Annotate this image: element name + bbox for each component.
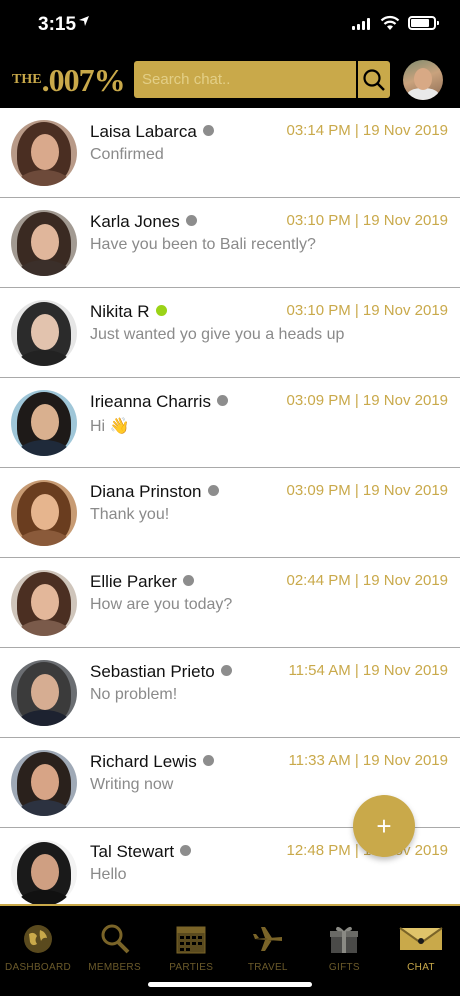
nav-item-chat[interactable]: CHAT <box>383 920 459 980</box>
contact-name: Richard Lewis <box>90 752 197 771</box>
message-timestamp: 03:09 PM | 19 Nov 2019 <box>286 392 449 409</box>
message-preview: No problem! <box>90 686 178 703</box>
nav-item-parties[interactable]: PARTIES <box>153 920 229 980</box>
message-preview: Thank you! <box>90 506 170 523</box>
message-preview: Hello <box>90 866 127 883</box>
contact-name-wrap: Ellie Parker <box>90 572 194 592</box>
nav-label: CHAT <box>407 962 435 973</box>
message-timestamp: 11:54 AM | 19 Nov 2019 <box>288 662 448 679</box>
contact-name-wrap: Diana Prinston <box>90 482 219 502</box>
chat-list: Laisa Labarca 03:14 PM | 19 Nov 2019 Con… <box>0 108 460 904</box>
calendar-icon <box>174 922 208 956</box>
contact-name-wrap: Nikita R <box>90 302 167 322</box>
app-header: THE .007% <box>0 50 460 108</box>
wifi-icon <box>380 15 400 31</box>
chat-row[interactable]: Diana Prinston 03:09 PM | 19 Nov 2019 Th… <box>0 468 460 558</box>
message-timestamp: 02:44 PM | 19 Nov 2019 <box>286 572 449 589</box>
chat-row[interactable]: Laisa Labarca 03:14 PM | 19 Nov 2019 Con… <box>0 108 460 198</box>
presence-dot-icon <box>207 485 219 496</box>
presence-dot-icon <box>220 665 232 676</box>
gift-box-icon <box>327 922 361 956</box>
message-timestamp: 03:10 PM | 19 Nov 2019 <box>286 302 449 319</box>
contact-avatar <box>11 660 77 726</box>
presence-dot-icon <box>185 215 197 226</box>
envelope-icon <box>399 922 443 956</box>
magnifier-icon <box>98 922 132 956</box>
message-timestamp: 03:14 PM | 19 Nov 2019 <box>286 122 449 139</box>
contact-name: Laisa Labarca <box>90 122 197 141</box>
presence-dot-icon <box>216 395 228 406</box>
chat-row[interactable]: Sebastian Prieto 11:54 AM | 19 Nov 2019 … <box>0 648 460 738</box>
search-icon <box>363 68 385 91</box>
status-bar: 3:15 <box>0 0 460 50</box>
presence-dot-icon <box>202 125 214 136</box>
nav-item-travel[interactable]: TRAVEL <box>230 920 306 980</box>
nav-label: TRAVEL <box>247 962 288 973</box>
app-logo: THE .007% <box>12 62 126 98</box>
message-preview: How are you today? <box>90 596 233 613</box>
globe-icon <box>21 922 55 956</box>
presence-dot-icon <box>182 575 194 586</box>
contact-avatar <box>11 840 77 904</box>
contact-name: Karla Jones <box>90 212 180 231</box>
contact-name: Irieanna Charris <box>90 392 211 411</box>
contact-name: Ellie Parker <box>90 572 177 591</box>
nav-item-gifts[interactable]: GIFTS <box>306 920 382 980</box>
message-timestamp: 03:09 PM | 19 Nov 2019 <box>286 482 449 499</box>
nav-label: MEMBERS <box>88 962 141 973</box>
contact-name: Diana Prinston <box>90 482 202 501</box>
chat-row[interactable]: Nikita R 03:10 PM | 19 Nov 2019 Just wan… <box>0 288 460 378</box>
user-avatar[interactable] <box>403 60 443 100</box>
chat-row[interactable]: Ellie Parker 02:44 PM | 19 Nov 2019 How … <box>0 558 460 648</box>
cellular-signal-icon <box>352 18 372 30</box>
contact-name: Sebastian Prieto <box>90 662 215 681</box>
contact-name-wrap: Laisa Labarca <box>90 122 214 142</box>
logo-the: THE <box>12 72 42 87</box>
contact-name-wrap: Tal Stewart <box>90 842 192 862</box>
status-time: 3:15 <box>38 14 77 35</box>
contact-avatar <box>11 750 77 816</box>
chat-row[interactable]: Karla Jones 03:10 PM | 19 Nov 2019 Have … <box>0 198 460 288</box>
battery-icon <box>408 16 439 30</box>
nav-item-members[interactable]: MEMBERS <box>77 920 153 980</box>
contact-name: Nikita R <box>90 302 150 321</box>
contact-name: Tal Stewart <box>90 842 175 861</box>
contact-name-wrap: Richard Lewis <box>90 752 214 772</box>
contact-avatar <box>11 300 77 366</box>
message-timestamp: 11:33 AM | 19 Nov 2019 <box>288 752 448 769</box>
search-button[interactable] <box>356 61 390 98</box>
nav-label: GIFTS <box>328 962 360 973</box>
nav-item-dashboard[interactable]: DASHBOARD <box>0 920 76 980</box>
message-preview: Just wanted yo give you a heads up <box>90 326 345 343</box>
contact-avatar <box>11 210 77 276</box>
location-arrow-icon <box>78 14 90 30</box>
airplane-icon <box>251 922 285 956</box>
home-indicator <box>148 982 312 987</box>
message-preview: Confirmed <box>90 146 164 163</box>
message-preview: Hi 👋 <box>90 418 130 435</box>
message-preview: Writing now <box>90 776 174 793</box>
presence-dot-icon <box>155 305 167 316</box>
nav-label: DASHBOARD <box>4 962 72 973</box>
contact-avatar <box>11 570 77 636</box>
new-chat-button[interactable]: + <box>353 795 415 857</box>
contact-name-wrap: Irieanna Charris <box>90 392 228 412</box>
search-input[interactable] <box>134 61 356 98</box>
presence-dot-icon <box>202 755 214 766</box>
logo-number: .007% <box>41 62 126 98</box>
contact-avatar <box>11 390 77 456</box>
contact-avatar <box>11 120 77 186</box>
presence-dot-icon <box>180 845 192 856</box>
contact-name-wrap: Karla Jones <box>90 212 197 232</box>
contact-name-wrap: Sebastian Prieto <box>90 662 232 682</box>
chat-row[interactable]: Irieanna Charris 03:09 PM | 19 Nov 2019 … <box>0 378 460 468</box>
search-bar <box>134 61 390 98</box>
message-timestamp: 03:10 PM | 19 Nov 2019 <box>286 212 449 229</box>
message-preview: Have you been to Bali recently? <box>90 236 316 253</box>
nav-label: PARTIES <box>169 962 214 973</box>
contact-avatar <box>11 480 77 546</box>
